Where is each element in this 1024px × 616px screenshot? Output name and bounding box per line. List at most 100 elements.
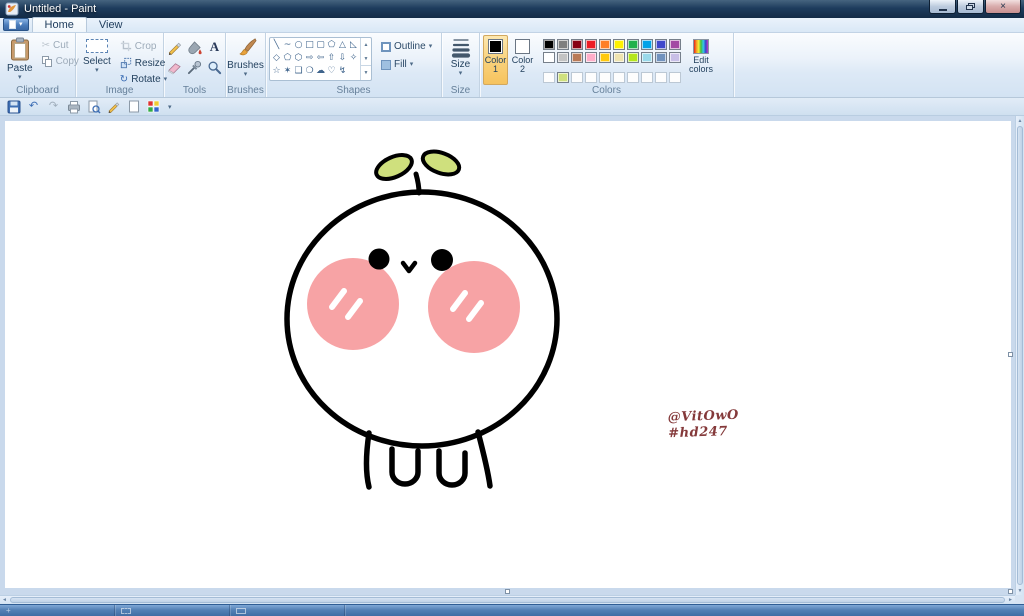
shape-lightning[interactable]: ↯ [337,65,348,78]
empty-color-swatch[interactable] [599,72,611,83]
vertical-scroll-thumb[interactable] [1017,126,1023,585]
tab-view[interactable]: View [87,17,135,32]
empty-color-swatch[interactable] [641,72,653,83]
color2-button[interactable]: Color 2 [510,35,535,85]
shapes-expand-button[interactable]: ▼ [361,65,371,80]
color-swatch[interactable] [543,39,555,50]
edit-colors-button[interactable]: Edit colors [686,35,716,85]
resize-button[interactable]: Resize [117,55,170,71]
undo-button[interactable]: ↶ [24,99,43,115]
pencil-tool-button[interactable] [166,38,184,56]
color-swatch[interactable] [641,39,653,50]
shape-line[interactable]: ╲ [271,39,282,52]
new-document-quick-button[interactable] [124,99,143,115]
text-tool-button[interactable]: A [206,38,224,56]
shape-up-arrow[interactable]: ⇧ [326,52,337,65]
shape-fill-dropdown[interactable]: Fill ▾ [377,57,436,72]
color-swatch[interactable] [655,39,667,50]
empty-color-swatch[interactable] [669,72,681,83]
brushes-button[interactable]: Brushes ▾ [223,35,268,85]
scroll-left-arrow[interactable]: ◄ [0,596,9,604]
eraser-tool-button[interactable] [166,58,184,76]
color-swatch[interactable] [571,39,583,50]
color1-button[interactable]: Color 1 [483,35,508,85]
shape-five-point-star[interactable]: ☆ [271,65,282,78]
canvas-resize-handle-right[interactable] [1008,352,1013,357]
shape-down-arrow[interactable]: ⇩ [337,52,348,65]
color-swatch[interactable] [585,39,597,50]
vertical-scrollbar[interactable]: ▲ ▼ [1015,116,1024,595]
shape-polygon[interactable]: ⬠ [326,39,337,52]
shape-right-arrow[interactable]: ⇨ [304,52,315,65]
shape-four-point-star[interactable]: ✧ [348,52,359,65]
empty-color-swatch[interactable] [613,72,625,83]
color-swatch[interactable] [543,52,555,63]
shape-triangle[interactable]: △ [337,39,348,52]
redo-button[interactable]: ↷ [44,99,63,115]
shape-six-point-star[interactable]: ✶ [282,65,293,78]
restore-button[interactable] [957,0,984,14]
color-swatch[interactable] [669,39,681,50]
color-swatch[interactable] [557,52,569,63]
shapes-scroll-up-button[interactable]: ▲ [361,38,371,52]
fill-with-color-tool-button[interactable] [186,38,204,56]
color-swatch[interactable] [599,39,611,50]
magnifier-tool-button[interactable] [206,58,224,76]
canvas-resize-handle-corner[interactable] [1008,589,1013,594]
empty-color-swatch[interactable] [571,72,583,83]
save-button[interactable] [4,99,23,115]
shape-heart[interactable]: ♡ [326,65,337,78]
color-swatch[interactable] [627,52,639,63]
empty-color-swatch[interactable] [627,72,639,83]
paste-button[interactable]: Paste ▾ [3,35,37,85]
minimize-button[interactable] [929,0,956,14]
shape-cloud-callout[interactable]: ☁ [315,65,326,78]
print-preview-button[interactable] [84,99,103,115]
scroll-up-arrow[interactable]: ▲ [1016,116,1024,125]
color-swatch[interactable] [557,39,569,50]
color-swatch[interactable] [613,39,625,50]
scroll-down-arrow[interactable]: ▼ [1016,586,1024,595]
shape-outline-dropdown[interactable]: Outline ▾ [377,39,436,54]
drawing-canvas[interactable]: @VitOwO #hd247 [5,121,1011,588]
shape-right-triangle[interactable]: ◺ [348,39,359,52]
pencil-quick-button[interactable] [104,99,123,115]
shape-diamond[interactable]: ◇ [271,52,282,65]
color-swatch[interactable] [641,52,653,63]
color-swatch[interactable] [585,52,597,63]
shape-oval-callout[interactable]: ❍ [304,65,315,78]
colors-quick-button[interactable] [144,99,163,115]
shape-rounded-callout[interactable]: ❑ [293,65,304,78]
canvas-resize-handle-bottom[interactable] [505,589,510,594]
print-button[interactable] [64,99,83,115]
horizontal-scrollbar[interactable]: ◄ ► [0,595,1015,604]
shape-curve[interactable]: ~ [282,39,293,52]
scroll-right-arrow[interactable]: ► [1006,596,1015,604]
shape-oval[interactable]: ○ [293,39,304,52]
color-swatch[interactable] [557,72,569,83]
horizontal-scroll-thumb[interactable] [10,597,1005,603]
select-button[interactable]: Select ▾ [79,35,115,85]
color-swatch[interactable] [599,52,611,63]
color-swatch[interactable] [613,52,625,63]
empty-color-swatch[interactable] [655,72,667,83]
empty-color-swatch[interactable] [543,72,555,83]
shapes-scroll-down-button[interactable]: ▼ [361,52,371,66]
color-picker-tool-button[interactable] [186,58,204,76]
tab-home[interactable]: Home [31,17,87,32]
color-swatch[interactable] [655,52,667,63]
size-button[interactable]: Size ▾ [447,35,475,85]
shape-hexagon[interactable]: ⬡ [293,52,304,65]
color-swatch[interactable] [571,52,583,63]
customize-quick-access-toolbar-button[interactable]: ▾ [164,103,176,111]
shape-pentagon[interactable]: ⬠ [282,52,293,65]
color-swatch[interactable] [627,39,639,50]
empty-color-swatch[interactable] [585,72,597,83]
shape-rounded-rectangle[interactable]: ▢ [315,39,326,52]
close-button[interactable]: × [985,0,1021,14]
shape-rectangle[interactable]: □ [304,39,315,52]
color-swatch[interactable] [669,52,681,63]
application-menu-button[interactable]: ▾ [3,18,29,31]
crop-button[interactable]: Crop [117,38,170,54]
shape-left-arrow[interactable]: ⇦ [315,52,326,65]
